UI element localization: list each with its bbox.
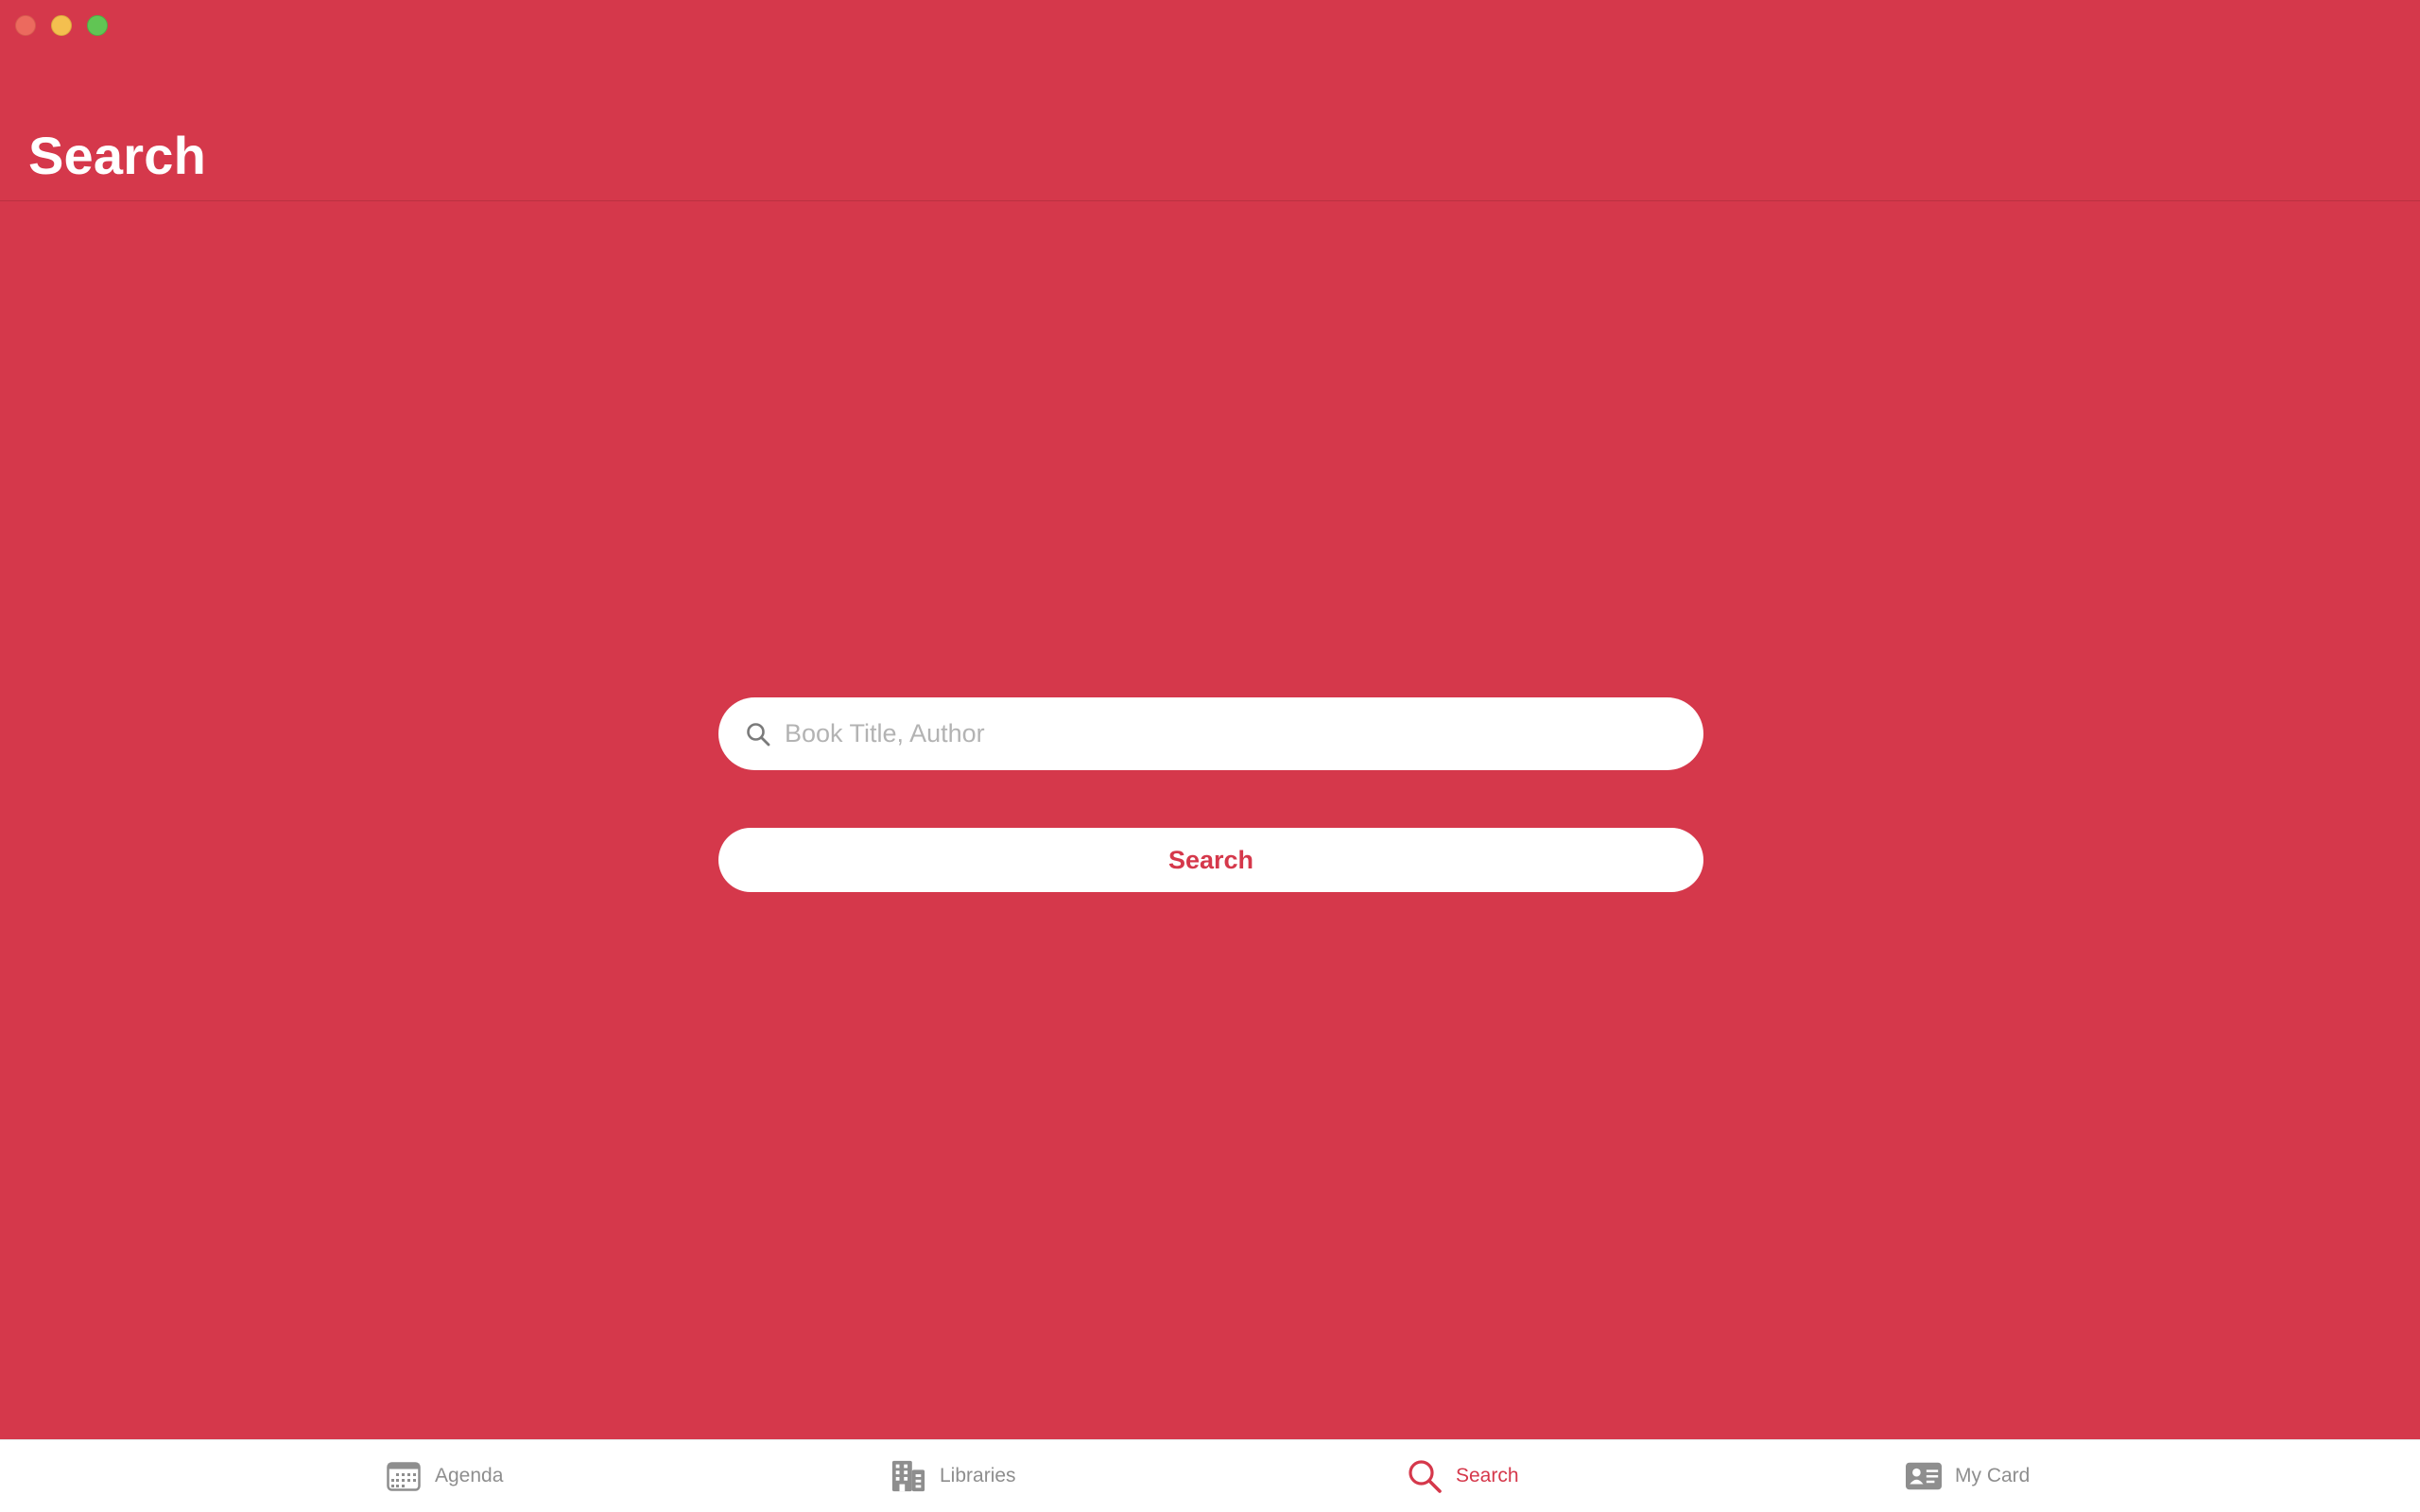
minimize-window-button[interactable] — [51, 15, 72, 36]
tab-bar: Agenda Libraries Search My Card — [0, 1439, 2420, 1512]
magnifying-glass-icon — [743, 719, 773, 749]
search-input[interactable] — [785, 705, 1635, 763]
magnifying-glass-icon — [1407, 1458, 1443, 1494]
tab-search[interactable]: Search — [1407, 1440, 1519, 1512]
tab-libraries-label: Libraries — [940, 1465, 1016, 1486]
search-field[interactable] — [718, 697, 1703, 770]
tab-agenda-label: Agenda — [435, 1465, 504, 1486]
window-controls — [15, 15, 108, 36]
tab-mycard[interactable]: My Card — [1906, 1440, 2030, 1512]
page-title: Search — [28, 126, 206, 185]
tab-mycard-label: My Card — [1955, 1465, 2031, 1486]
building-icon — [890, 1458, 926, 1494]
tab-search-label: Search — [1456, 1465, 1519, 1486]
tab-agenda[interactable]: Agenda — [386, 1440, 503, 1512]
id-card-icon — [1906, 1458, 1942, 1494]
header-divider — [0, 200, 2420, 201]
zoom-window-button[interactable] — [87, 15, 108, 36]
search-button[interactable]: Search — [718, 828, 1703, 892]
close-window-button[interactable] — [15, 15, 36, 36]
app-window: Search Search — [0, 0, 2420, 1512]
tab-libraries[interactable]: Libraries — [890, 1440, 1016, 1512]
calendar-icon — [386, 1458, 422, 1494]
